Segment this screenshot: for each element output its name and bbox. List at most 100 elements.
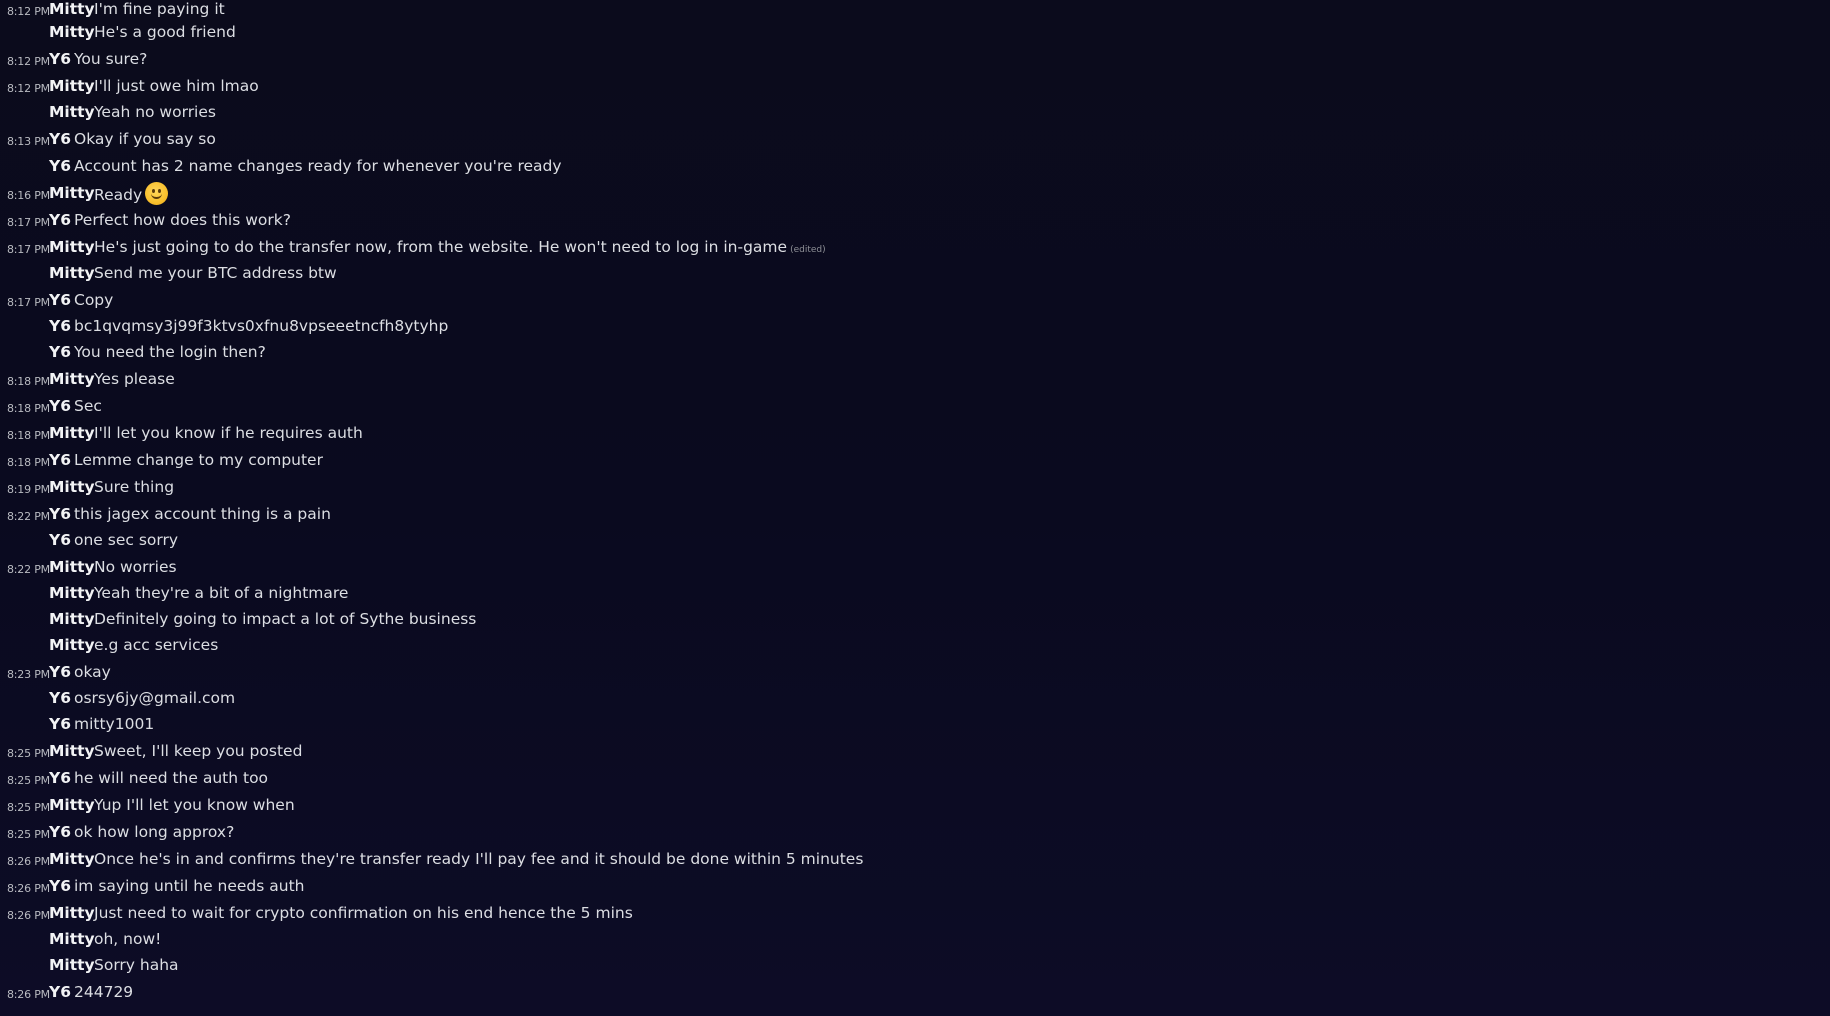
message-text: Sweet, I'll keep you posted [94,742,303,760]
message-author[interactable]: Mitty [49,904,95,922]
chat-message[interactable]: 8:18 PM Mitty I'll let you know if he requ… [0,424,1830,444]
message-author[interactable]: Mitty [49,0,95,18]
message-author[interactable]: Y6 [49,823,71,841]
chat-message[interactable]: 8:26 PM Mitty Just need to wait for crypto… [0,904,1830,924]
message-text: 244729 [74,983,134,1001]
chat-message[interactable]: 8:18 PM Y6 Sec [0,397,1830,417]
chat-message[interactable]: Y6 mitty1001 [0,715,1830,735]
message-text: Ready [94,182,169,207]
chat-message[interactable]: Y6 You need the login then? [0,343,1830,363]
chat-message[interactable]: 8:19 PM Mitty Sure thing [0,478,1830,498]
message-timestamp: 8:26 PM [7,855,50,868]
message-text: e.g acc services [94,636,219,654]
message-author[interactable]: Y6 [49,130,71,148]
chat-message[interactable]: Y6 osrsy6jy@gmail.com [0,689,1830,709]
message-author[interactable]: Y6 [49,983,71,1001]
chat-message[interactable]: 8:25 PM Mitty Sweet, I'll keep you posted [0,742,1830,762]
message-timestamp: 8:19 PM [7,483,50,496]
message-text: Send me your BTC address btw [94,264,337,282]
chat-message[interactable]: Y6 one sec sorry [0,531,1830,551]
chat-message[interactable]: 8:26 PM Y6 244729 [0,983,1830,1003]
chat-message[interactable]: Mitty Definitely going to impact a lot of… [0,610,1830,630]
message-text: Lemme change to my computer [74,451,323,469]
message-author[interactable]: Mitty [49,264,95,282]
chat-message[interactable]: Y6 bc1qvqmsy3j99f3ktvs0xfnu8vpseeetncfh8y… [0,317,1830,337]
message-text: bc1qvqmsy3j99f3ktvs0xfnu8vpseeetncfh8yty… [74,317,449,335]
message-author[interactable]: Mitty [49,584,95,602]
message-author[interactable]: Y6 [49,877,71,895]
message-author[interactable]: Y6 [49,397,71,415]
message-author[interactable]: Mitty [49,23,95,41]
message-author[interactable]: Mitty [49,478,95,496]
message-author[interactable]: Mitty [49,796,95,814]
message-author[interactable]: Y6 [49,291,71,309]
message-text: im saying until he needs auth [74,877,305,895]
message-text: this jagex account thing is a pain [74,505,331,523]
message-author[interactable]: Y6 [49,157,71,175]
chat-message[interactable]: 8:12 PM Mitty I'll just owe him lmao [0,77,1830,97]
chat-message[interactable]: 8:25 PM Y6 ok how long approx? [0,823,1830,843]
chat-message[interactable]: 8:17 PM Mitty He's just going to do the tr… [0,238,1830,258]
chat-message[interactable]: 8:26 PM Y6 im saying until he needs auth [0,877,1830,897]
message-author[interactable]: Y6 [49,343,71,361]
message-author[interactable]: Mitty [49,956,95,974]
message-author[interactable]: Y6 [49,505,71,523]
chat-message[interactable]: 8:22 PM Y6 this jagex account thing is a p… [0,505,1830,525]
message-author[interactable]: Mitty [49,558,95,576]
message-author[interactable]: Y6 [49,211,71,229]
chat-message[interactable]: 8:25 PM Y6 he will need the auth too [0,769,1830,789]
chat-message[interactable]: Y6 Account has 2 name changes ready for w… [0,157,1830,177]
message-author[interactable]: Mitty [49,424,95,442]
message-timestamp: 8:26 PM [7,909,50,922]
message-author[interactable]: Y6 [49,50,71,68]
message-author[interactable]: Y6 [49,769,71,787]
message-author[interactable]: Mitty [49,742,95,760]
message-author[interactable]: Y6 [49,531,71,549]
message-text: Just need to wait for crypto confirmatio… [94,904,633,922]
message-timestamp: 8:16 PM [7,189,50,202]
chat-message[interactable]: 8:12 PM Y6 You sure? [0,50,1830,70]
message-author[interactable]: Mitty [49,930,95,948]
message-author[interactable]: Mitty [49,610,95,628]
message-author[interactable]: Mitty [49,636,95,654]
chat-message[interactable]: 8:16 PM Mitty Ready [0,182,1830,207]
message-author[interactable]: Mitty [49,850,95,868]
message-timestamp: 8:25 PM [7,747,50,760]
message-author[interactable]: Y6 [49,689,71,707]
chat-message[interactable]: 8:12 PM Mitty I'm fine paying it [0,0,1830,20]
chat-message[interactable]: 8:25 PM Mitty Yup I'll let you know when [0,796,1830,816]
chat-message[interactable]: Mitty e.g acc services [0,636,1830,656]
chat-message[interactable]: Mitty Yeah they're a bit of a nightmare [0,584,1830,604]
chat-message[interactable]: 8:22 PM Mitty No worries [0,558,1830,578]
chat-message[interactable]: 8:18 PM Y6 Lemme change to my computer [0,451,1830,471]
chat-message[interactable]: Mitty Sorry haha [0,956,1830,976]
message-timestamp: 8:18 PM [7,402,50,415]
message-text: ok how long approx? [74,823,235,841]
message-author[interactable]: Mitty [49,238,95,256]
message-text: he will need the auth too [74,769,269,787]
chat-message[interactable]: 8:17 PM Y6 Perfect how does this work? [0,211,1830,231]
message-author[interactable]: Mitty [49,77,95,95]
chat-message[interactable]: 8:18 PM Mitty Yes please [0,370,1830,390]
chat-message[interactable]: Mitty He's a good friend [0,23,1830,43]
message-author[interactable]: Mitty [49,184,95,202]
message-timestamp: 8:26 PM [7,882,50,895]
message-author[interactable]: Mitty [49,103,95,121]
chat-message[interactable]: 8:26 PM Mitty Once he's in and confirms th… [0,850,1830,870]
chat-message[interactable]: Mitty oh, now! [0,930,1830,950]
chat-message[interactable]: Mitty Send me your BTC address btw [0,264,1830,284]
message-timestamp: 8:17 PM [7,296,50,309]
message-author[interactable]: Mitty [49,370,95,388]
chat-message[interactable]: Mitty Yeah no worries [0,103,1830,123]
message-author[interactable]: Y6 [49,451,71,469]
chat-message[interactable]: 8:13 PM Y6 Okay if you say so [0,130,1830,150]
message-author[interactable]: Y6 [49,715,71,733]
message-text: You need the login then? [74,343,266,361]
message-text: Sure thing [94,478,175,496]
message-author[interactable]: Y6 [49,317,71,335]
chat-message[interactable]: 8:23 PM Y6 okay [0,663,1830,683]
message-text: Yes please [94,370,175,388]
message-text: Perfect how does this work? [74,211,291,229]
chat-message[interactable]: 8:17 PM Y6 Copy [0,291,1830,311]
message-author[interactable]: Y6 [49,663,71,681]
